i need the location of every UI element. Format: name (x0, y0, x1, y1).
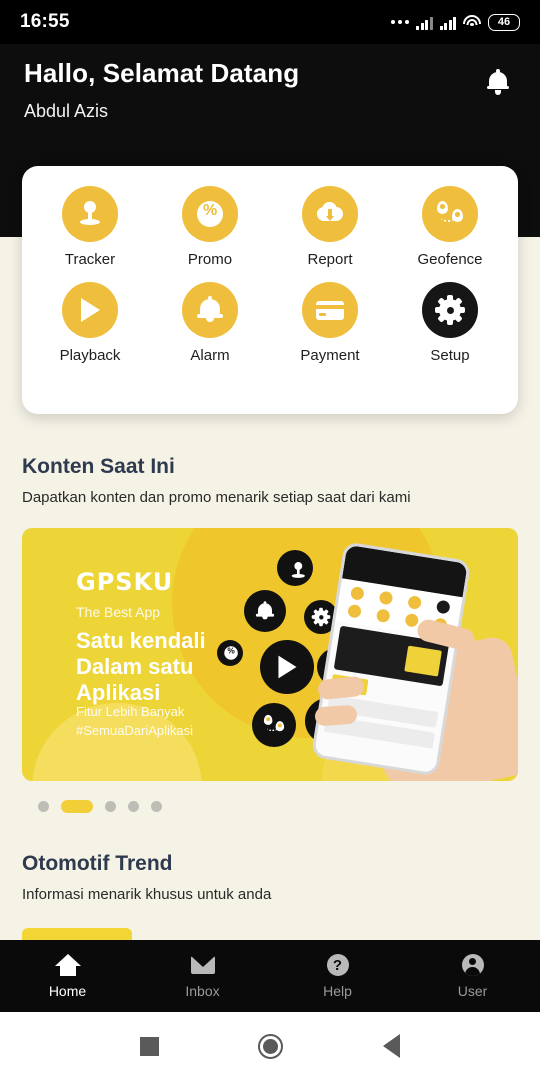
battery-level: 46 (497, 15, 511, 28)
hand-finger (314, 704, 358, 727)
envelope-icon (190, 953, 216, 977)
home-icon (54, 953, 81, 977)
menu-item-promo[interactable]: % Promo (150, 186, 270, 268)
android-navigation-bar (0, 1012, 540, 1080)
nav-item-inbox[interactable]: Inbox (135, 953, 270, 999)
triangle-back-icon[interactable] (383, 1034, 401, 1058)
gear-icon (422, 282, 478, 338)
menu-item-geofence[interactable]: Geofence (390, 186, 510, 268)
promo-banner[interactable]: GPSKU The Best App Satu kendali Dalam sat… (22, 528, 518, 781)
pager-dot[interactable] (38, 801, 49, 812)
menu-label: Playback (59, 347, 121, 364)
pager-dot[interactable] (151, 801, 162, 812)
wifi-icon (463, 15, 481, 29)
banner-tagline: The Best App (76, 604, 161, 620)
menu-label: Promo (187, 251, 233, 268)
menu-label: Setup (430, 347, 470, 364)
username-text: Abdul Azis (24, 101, 109, 121)
percent-icon: % (182, 186, 238, 242)
credit-card-icon (302, 282, 358, 338)
help-glyph: ? (326, 954, 349, 976)
menu-item-playback[interactable]: Playback (30, 282, 150, 364)
person-icon (460, 953, 486, 977)
banner-headline: Satu kendali Dalam satu Aplikasi (76, 628, 206, 705)
notification-button[interactable] (478, 62, 518, 102)
menu-item-alarm[interactable]: Alarm (150, 282, 270, 364)
banner-pager[interactable] (38, 800, 162, 813)
banner-logo: GPSKU (76, 568, 174, 596)
banner-tracker-icon (277, 550, 313, 586)
menu-label: Alarm (190, 347, 230, 364)
nav-item-home[interactable]: Home (0, 953, 135, 999)
menu-label: Tracker (64, 251, 116, 268)
menu-label: Payment (300, 347, 360, 364)
nav-label: Inbox (185, 983, 220, 999)
pager-dot[interactable] (105, 801, 116, 812)
quick-menu-card: Tracker % Promo Report Geofence Playback… (22, 166, 518, 414)
section-title-otomotif: Otomotif Trend (22, 852, 173, 875)
play-icon (62, 282, 118, 338)
nav-label: Help (323, 983, 352, 999)
status-icons: 46 (391, 13, 520, 31)
nav-item-user[interactable]: User (405, 953, 540, 999)
menu-item-payment[interactable]: Payment (270, 282, 390, 364)
banner-subtext: Fitur Lebih Banyak #SemuaDariAplikasi (76, 704, 194, 738)
menu-item-setup[interactable]: Setup (390, 282, 510, 364)
location-pin-icon (62, 186, 118, 242)
section-title-konten: Konten Saat Ini (22, 455, 175, 478)
banner-geofence-icon (252, 703, 296, 747)
greeting-text: Hallo, Selamat Datang (24, 58, 300, 88)
menu-item-report[interactable]: Report (270, 186, 390, 268)
menu-label: Geofence (417, 251, 483, 268)
menu-item-tracker[interactable]: Tracker (30, 186, 150, 268)
geofence-pins-icon (422, 186, 478, 242)
square-icon[interactable] (139, 1036, 159, 1056)
section-subtitle-konten: Dapatkan konten dan promo menarik setiap… (22, 489, 411, 506)
pager-dot-active[interactable] (61, 800, 93, 813)
status-time: 16:55 (20, 11, 70, 32)
nav-item-help[interactable]: ? Help (270, 953, 405, 999)
more-dots-icon (391, 20, 409, 24)
bottom-navigation: Home Inbox ? Help User (0, 940, 540, 1012)
section-subtitle-otomotif: Informasi menarik khusus untuk anda (22, 886, 272, 903)
pager-dot[interactable] (128, 801, 139, 812)
banner-promo-icon: % (217, 640, 243, 666)
status-bar: 16:55 46 (0, 0, 540, 44)
app-screen: 16:55 46 Hallo, Selamat Datang Abdul Azi… (0, 0, 540, 1080)
nav-label: Home (48, 983, 87, 999)
quick-menu-grid: Tracker % Promo Report Geofence Playback… (30, 186, 510, 364)
bell-icon (182, 282, 238, 338)
battery-icon: 46 (488, 13, 520, 31)
bell-icon (487, 69, 509, 95)
signal-bars-icon-2 (439, 15, 456, 30)
cloud-download-icon (302, 186, 358, 242)
banner-alarm-icon (244, 590, 286, 632)
nav-label: User (457, 983, 488, 999)
menu-label: Report (307, 251, 353, 268)
banner-play-icon (260, 640, 314, 694)
signal-bars-icon-1 (416, 15, 433, 30)
question-mark-icon: ? (325, 953, 351, 977)
circle-icon[interactable] (258, 1033, 284, 1059)
